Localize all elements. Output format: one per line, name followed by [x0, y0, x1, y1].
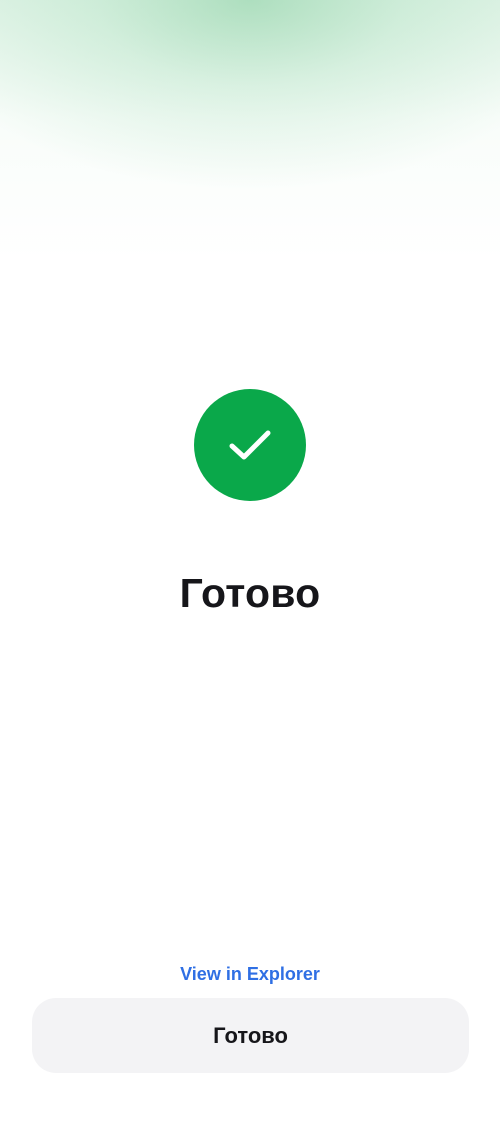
success-badge — [194, 389, 306, 501]
top-gradient-glow — [0, 0, 500, 260]
status-title: Готово — [179, 570, 321, 616]
view-in-explorer-link[interactable]: View in Explorer — [150, 960, 350, 988]
checkmark-icon — [229, 430, 271, 460]
done-button[interactable]: Готово — [32, 998, 469, 1073]
